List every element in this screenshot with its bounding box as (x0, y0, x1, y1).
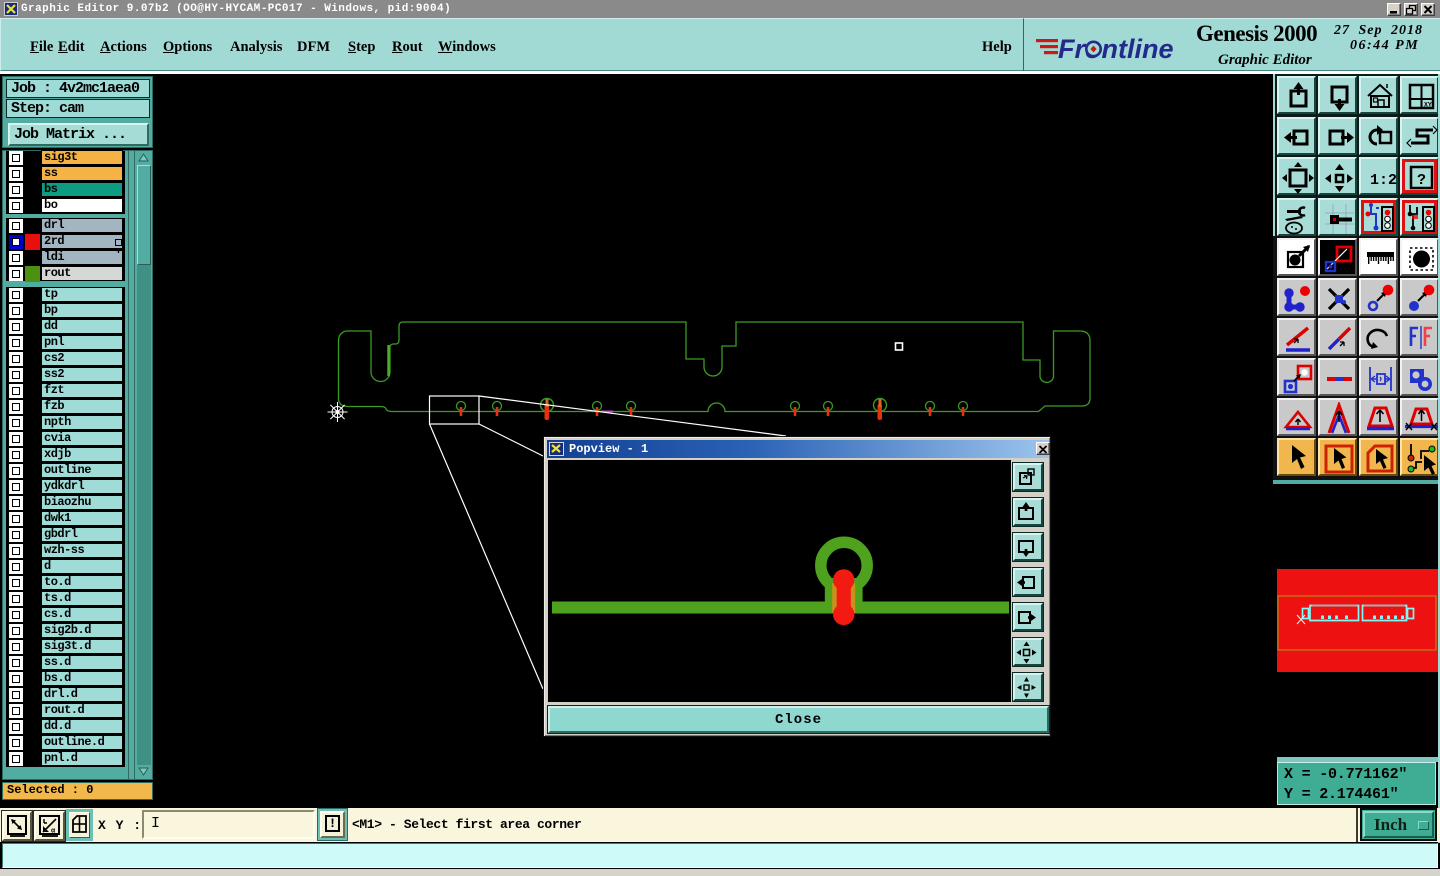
svg-text:XY: XY (1424, 102, 1432, 109)
svg-text:?: ? (1417, 172, 1426, 189)
svg-text:1:2: 1:2 (1370, 172, 1397, 189)
